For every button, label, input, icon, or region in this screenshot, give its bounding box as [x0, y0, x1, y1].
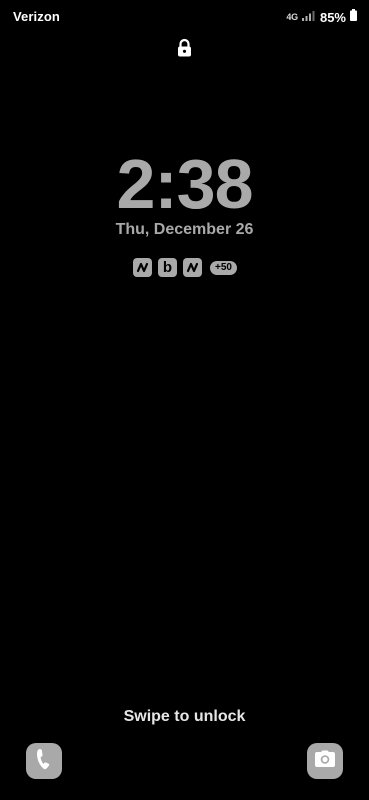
carrier-label: Verizon	[13, 9, 60, 24]
notification-icons-row[interactable]: b +50	[133, 258, 237, 277]
status-bar: Verizon 4G 85%	[0, 0, 369, 34]
swipe-to-unlock-hint: Swipe to unlock	[123, 708, 246, 725]
status-icons: 4G 85%	[286, 9, 357, 25]
lock-screen-date: Thu, December 26	[115, 221, 254, 238]
battery-percent-label: 85%	[319, 9, 346, 25]
battery-icon	[350, 8, 357, 26]
lock-icon[interactable]	[177, 38, 192, 58]
camera-icon	[314, 750, 336, 773]
news-app-icon	[183, 258, 202, 277]
phone-icon	[35, 748, 53, 775]
camera-shortcut-button[interactable]	[307, 743, 343, 779]
more-notifications-count: +50	[210, 260, 237, 275]
b-app-icon: b	[158, 258, 177, 277]
lock-screen-clock: 2:38	[116, 145, 253, 223]
phone-shortcut-button[interactable]	[26, 743, 62, 779]
signal-icon	[301, 8, 316, 26]
news-app-icon	[133, 258, 152, 277]
network-type-label: 4G	[286, 12, 298, 22]
b-app-letter: b	[162, 259, 173, 276]
